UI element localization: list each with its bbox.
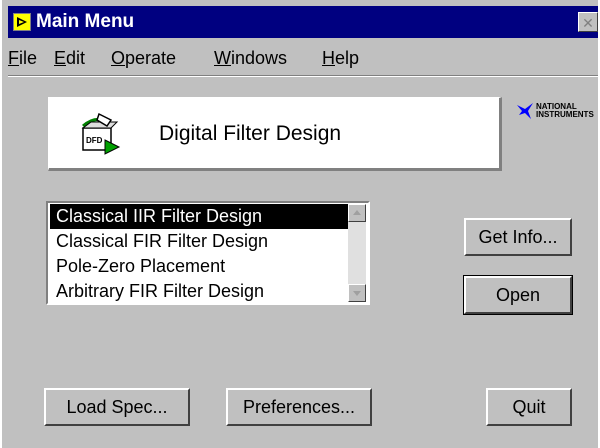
- load-spec-button[interactable]: Load Spec...: [44, 388, 190, 426]
- title-bar[interactable]: Main Menu ✕: [8, 6, 598, 38]
- menu-bar: File Edit Operate Windows Help: [8, 42, 598, 72]
- scroll-up-button[interactable]: [348, 204, 366, 222]
- menu-windows[interactable]: Windows: [214, 47, 287, 69]
- preferences-button[interactable]: Preferences...: [226, 388, 372, 426]
- dfd-icon-text: DFD: [86, 136, 103, 145]
- close-button[interactable]: ✕: [578, 12, 598, 32]
- arrow-up-icon: [353, 210, 361, 215]
- list-scrollbar[interactable]: [348, 204, 366, 302]
- ni-eagle-icon: [517, 103, 533, 119]
- list-item-classical-fir[interactable]: Classical FIR Filter Design: [50, 229, 348, 254]
- menu-help[interactable]: Help: [322, 47, 359, 69]
- national-instruments-logo: NATIONAL INSTRUMENTS: [517, 103, 599, 125]
- panel-area: DFD Digital Filter Design NATIONAL INSTR…: [8, 78, 598, 438]
- list-item-pole-zero[interactable]: Pole-Zero Placement: [50, 254, 348, 279]
- menu-edit[interactable]: Edit: [54, 47, 85, 69]
- list-item-arbitrary-fir[interactable]: Arbitrary FIR Filter Design: [50, 279, 348, 304]
- ni-logo-text: NATIONAL INSTRUMENTS: [536, 102, 594, 119]
- main-menu-window: Main Menu ✕ File Edit Operate Windows He…: [0, 0, 598, 448]
- design-tool-listbox[interactable]: Classical IIR Filter Design Classical FI…: [46, 201, 370, 305]
- menu-separator: [8, 75, 598, 77]
- scroll-down-button[interactable]: [348, 284, 366, 302]
- title-banner: DFD Digital Filter Design: [48, 97, 502, 171]
- quit-button[interactable]: Quit: [486, 388, 572, 426]
- arrow-down-icon: [353, 291, 361, 296]
- design-tool-list: Classical IIR Filter Design Classical FI…: [50, 204, 348, 304]
- get-info-button[interactable]: Get Info...: [464, 218, 572, 256]
- labview-app-icon: [13, 13, 31, 31]
- window-title: Main Menu: [36, 11, 135, 32]
- list-item-classical-iir[interactable]: Classical IIR Filter Design: [50, 204, 348, 229]
- menu-file[interactable]: File: [8, 47, 37, 69]
- banner-title: Digital Filter Design: [159, 122, 342, 145]
- menu-operate[interactable]: Operate: [111, 47, 176, 69]
- dfd-icon: DFD: [77, 110, 125, 158]
- open-button[interactable]: Open: [463, 275, 573, 315]
